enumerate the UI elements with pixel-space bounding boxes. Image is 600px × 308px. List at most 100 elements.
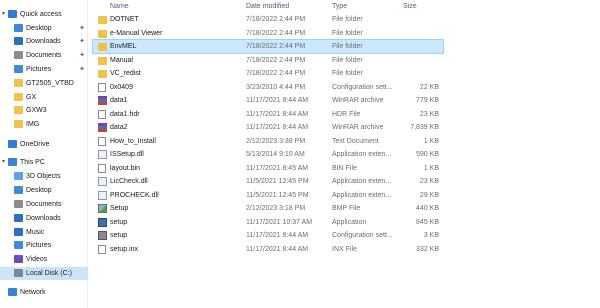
- folder-icon: [98, 43, 107, 51]
- file-date-modified: 7/18/2022 2:44 PM: [246, 16, 306, 23]
- pictures-icon: [14, 65, 23, 73]
- nav-item[interactable]: GXW3: [0, 104, 88, 117]
- file-row[interactable]: 0x0409 3/23/2010 4:44 PM Configuration set…: [93, 81, 443, 94]
- nav-item[interactable]: Downloads ✦: [0, 35, 88, 48]
- file-row[interactable]: setup 11/17/2021 8:44 AM Configuration set…: [93, 229, 443, 242]
- file-name: How_to_Install: [110, 137, 156, 145]
- file-name: Setup: [110, 205, 129, 212]
- star-icon: [8, 10, 17, 18]
- network-icon: [8, 288, 17, 296]
- column-header-size[interactable]: Size: [403, 0, 417, 13]
- nav-item-label: 3D Objects: [26, 173, 61, 180]
- file-row[interactable]: How_to_Install 2/12/2023 3:38 PM Text Docu…: [93, 135, 443, 148]
- file-date-modified: 11/17/2021 8:44 AM: [246, 110, 309, 118]
- navigation-pane[interactable]: ▾ Quick access Desktop ✦ Downloads ✦ Documents…: [0, 0, 88, 308]
- nav-item[interactable]: Desktop: [0, 184, 88, 197]
- file-size: 779 KB: [416, 97, 439, 104]
- image-file-icon: [98, 204, 107, 213]
- nav-item[interactable]: Network: [0, 286, 88, 299]
- folder-icon: [98, 56, 107, 65]
- file-size: 845 KB: [416, 218, 439, 226]
- desktop-icon: [14, 186, 23, 194]
- file-type: File folder: [332, 43, 363, 50]
- nav-item-label: GXW3: [26, 107, 47, 114]
- file-name: 0x0409: [110, 83, 133, 91]
- file-name: LicCheck.dll: [110, 178, 148, 185]
- file-row[interactable]: e-Manual Viewer 7/18/2022 2:44 PM File fol…: [93, 27, 443, 40]
- nav-item[interactable]: Pictures: [0, 239, 88, 252]
- file-row[interactable]: Setup 2/12/2023 3:18 PM BMP File 440 KB: [93, 202, 443, 215]
- file-date-modified: 2/12/2023 3:18 PM: [246, 205, 306, 212]
- nav-item-label: Local Disk (C:): [26, 270, 72, 277]
- chevron-down-icon[interactable]: ▾: [2, 8, 5, 21]
- pin-icon: ✦: [79, 66, 85, 73]
- download-icon: [14, 214, 23, 222]
- text-file-icon: [98, 136, 106, 146]
- nav-item[interactable]: GX: [0, 91, 88, 104]
- file-row[interactable]: data1.hdr 11/17/2021 8:44 AM HDR File 23 KB: [93, 108, 443, 121]
- documents-icon: [14, 51, 23, 59]
- file-icon: [98, 244, 106, 254]
- file-size: 29 KB: [419, 191, 439, 199]
- file-type: File folder: [332, 56, 363, 64]
- file-name: EnvMEL: [110, 43, 137, 50]
- file-type: BMP File: [332, 205, 361, 212]
- column-header-name[interactable]: Name: [110, 0, 129, 13]
- file-icon: [98, 109, 106, 119]
- nav-item[interactable]: Documents: [0, 198, 88, 211]
- folder-icon: [14, 93, 23, 101]
- file-row[interactable]: Manual 7/18/2022 2:44 PM File folder: [93, 54, 443, 67]
- file-row[interactable]: EnvMEL 7/18/2022 2:44 PM File folder: [92, 39, 444, 54]
- file-row[interactable]: data1 11/17/2021 8:44 AM WinRAR archive 779…: [93, 94, 443, 107]
- nav-item[interactable]: OneDrive: [0, 138, 88, 151]
- dll-icon: [98, 150, 107, 159]
- drive-icon: [14, 269, 23, 277]
- nav-item[interactable]: Videos: [0, 253, 88, 266]
- file-type: Configuration sett...: [332, 232, 393, 239]
- file-type: File folder: [332, 70, 363, 77]
- file-name: VC_redist: [110, 70, 141, 77]
- nav-item[interactable]: GT2505_VTBD: [0, 77, 88, 90]
- file-row[interactable]: setup.inx 11/17/2021 8:44 AM INX File 332 K…: [93, 243, 443, 256]
- nav-item[interactable]: Downloads: [0, 212, 88, 225]
- file-size: 1 KB: [423, 137, 439, 145]
- file-row[interactable]: PROCHECK.dll 11/5/2021 12:45 PM Applicatio…: [93, 189, 443, 202]
- file-date-modified: 11/17/2021 8:44 AM: [246, 245, 309, 253]
- file-row[interactable]: DOTNET 7/18/2022 2:44 PM File folder: [93, 13, 443, 26]
- nav-item[interactable]: 3D Objects: [0, 170, 88, 183]
- desktop-icon: [14, 24, 23, 32]
- file-name: DOTNET: [110, 16, 139, 23]
- file-name: data1: [110, 97, 128, 104]
- nav-item[interactable]: ▾ Quick access: [0, 8, 88, 21]
- file-row[interactable]: setup 11/17/2021 10:37 AM Application 845 K…: [93, 216, 443, 229]
- nav-item[interactable]: Local Disk (C:): [0, 267, 88, 280]
- file-name: data1.hdr: [110, 110, 140, 118]
- file-type: HDR File: [332, 110, 361, 118]
- pin-icon: ✦: [79, 25, 85, 32]
- file-size: 332 KB: [416, 245, 439, 253]
- file-row[interactable]: data2 11/17/2021 8:44 AM WinRAR archive 7,8…: [93, 121, 443, 134]
- nav-item[interactable]: Music: [0, 226, 88, 239]
- file-size: 7,839 KB: [410, 124, 439, 131]
- file-name: layout.bin: [110, 164, 140, 172]
- file-row[interactable]: ISSetup.dll 5/13/2014 9:10 AM Application …: [93, 148, 443, 161]
- file-row[interactable]: VC_redist 7/18/2022 2:44 PM File folder: [93, 67, 443, 80]
- file-row[interactable]: LicCheck.dll 11/5/2021 12:45 PM Applicatio…: [93, 175, 443, 188]
- column-header-date-modified[interactable]: Date modified: [246, 0, 289, 13]
- nav-item[interactable]: Desktop ✦: [0, 22, 88, 35]
- cloud-icon: [8, 140, 17, 148]
- chevron-down-icon[interactable]: ▾: [2, 156, 5, 169]
- nav-item[interactable]: IMG: [0, 118, 88, 131]
- folder-icon: [14, 120, 23, 128]
- file-row[interactable]: layout.bin 11/17/2021 8:45 AM BIN File 1 KB: [93, 162, 443, 175]
- folder-icon: [98, 16, 107, 24]
- file-name: Manual: [110, 56, 133, 64]
- file-name: ISSetup.dll: [110, 151, 144, 158]
- nav-item[interactable]: Pictures ✦: [0, 63, 88, 76]
- nav-item[interactable]: Documents ✦: [0, 49, 88, 62]
- file-type: WinRAR archive: [332, 124, 384, 131]
- column-header-type[interactable]: Type: [332, 0, 347, 13]
- nav-item[interactable]: ▾ This PC: [0, 156, 88, 169]
- file-name: PROCHECK.dll: [110, 191, 159, 199]
- nav-item-label: Downloads: [26, 215, 61, 222]
